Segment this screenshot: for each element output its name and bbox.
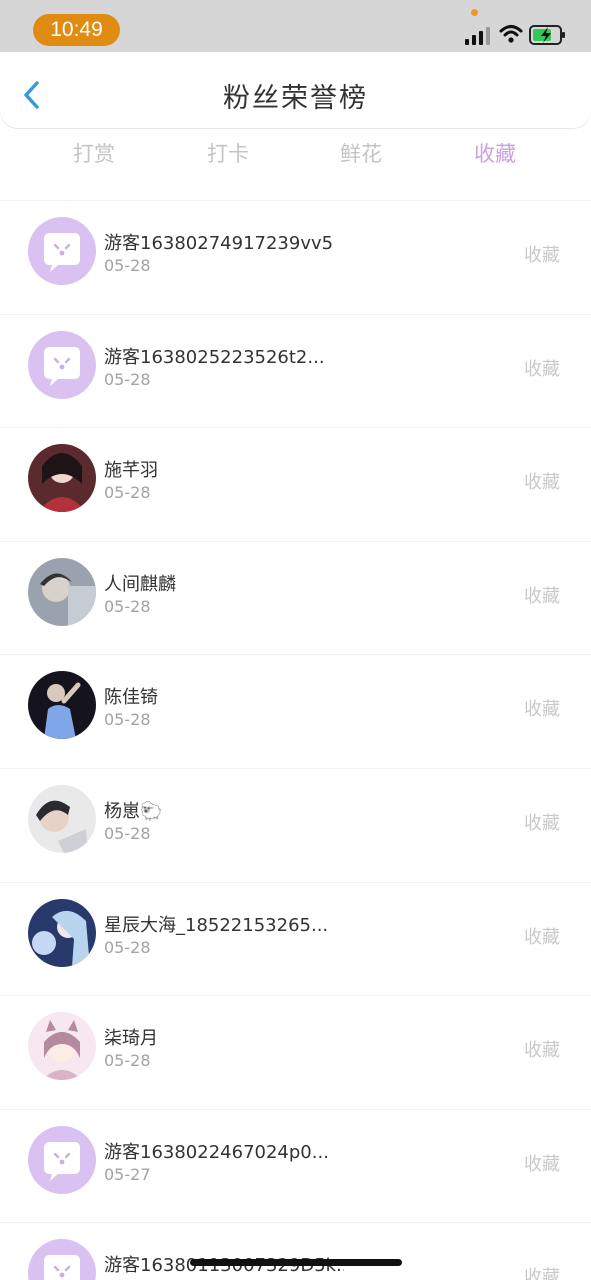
avatar[interactable] [28,898,96,967]
favorite-label: 收藏 [524,1040,560,1062]
user-name: 游客16380274917239vv5 [104,233,334,254]
favorite-label: 收藏 [524,926,560,948]
favorite-date: 05-28 [104,1051,151,1071]
tab-flowers[interactable]: 鲜花 [311,138,411,168]
nav-bar: 粉丝荣誉榜 [0,52,591,128]
list-item[interactable]: 游客1638025223526t2... 05-28 收藏 [0,313,591,427]
user-name: 游客1638025223526t2... [104,346,325,368]
signal-icon [465,27,490,45]
home-indicator[interactable] [190,1259,402,1266]
list-item[interactable]: 杨崽🐑 05-28 收藏 [0,768,591,881]
user-name: 星辰大海_18522153265... [104,914,329,936]
privacy-indicator-dot [471,9,478,16]
favorite-date: 05-28 [104,596,151,616]
favorite-label: 收藏 [524,699,560,721]
favorite-label: 收藏 [524,1267,560,1280]
avatar[interactable] [28,785,96,853]
battery-charging-icon [529,25,565,45]
list-item[interactable]: 游客16380274917239vv5 05-28 收藏 [0,200,591,313]
avatar[interactable] [28,1125,96,1194]
avatar[interactable] [28,1239,96,1280]
favorite-label: 收藏 [524,585,560,607]
status-bar: 10:49 [0,0,591,52]
tab-favorites[interactable]: 收藏 [445,138,545,168]
list-item[interactable]: 柒琦月 05-28 收藏 [0,995,591,1108]
wifi-icon [499,25,523,43]
user-name: 柒琦月 [104,1028,158,1050]
user-name: 杨崽🐑 [104,801,163,822]
favorite-date: 05-28 [104,483,151,503]
status-time: 10:49 [33,14,120,46]
page-title: 粉丝荣誉榜 [223,83,368,114]
list-item[interactable]: 星辰大海_18522153265... 05-28 收藏 [0,881,591,995]
user-name: 陈佳锜 [104,687,158,709]
list-item[interactable]: 人间麒麟 05-28 收藏 [0,540,591,654]
tab-reward[interactable]: 打赏 [44,138,144,168]
avatar[interactable] [28,1012,96,1081]
favorite-label: 收藏 [524,813,560,834]
user-name: 人间麒麟 [104,573,176,595]
avatar[interactable] [28,557,96,626]
list-item[interactable]: 游客1638022467024p0... 05-27 收藏 [0,1108,591,1222]
list-item[interactable]: 陈佳锜 05-28 收藏 [0,654,591,767]
tab-bar: 打赏 打卡 鲜花 收藏 [0,138,591,174]
favorite-date: 05-28 [104,369,151,389]
favorite-label: 收藏 [524,1153,560,1175]
user-name: 游客1638022467024p0... [104,1141,329,1163]
favorite-date: 05-28 [104,710,151,730]
avatar[interactable] [28,671,96,740]
favorite-date: 05-28 [104,937,151,957]
list-item[interactable]: 游客16380113007329D5k...05-27收藏 [0,1222,591,1280]
favorite-label: 收藏 [524,358,560,380]
user-name: 施芊羽 [104,460,158,482]
favorite-date: 05-27 [104,1164,151,1184]
favorite-date: 05-28 [104,824,151,843]
favorite-label: 收藏 [524,245,560,266]
tab-checkin[interactable]: 打卡 [178,138,278,168]
avatar[interactable] [28,330,96,399]
avatar[interactable] [28,444,96,513]
favorite-label: 收藏 [524,472,560,494]
avatar[interactable] [28,217,96,285]
favorite-date: 05-28 [104,256,151,275]
list-item[interactable]: 施芊羽 05-28 收藏 [0,427,591,540]
